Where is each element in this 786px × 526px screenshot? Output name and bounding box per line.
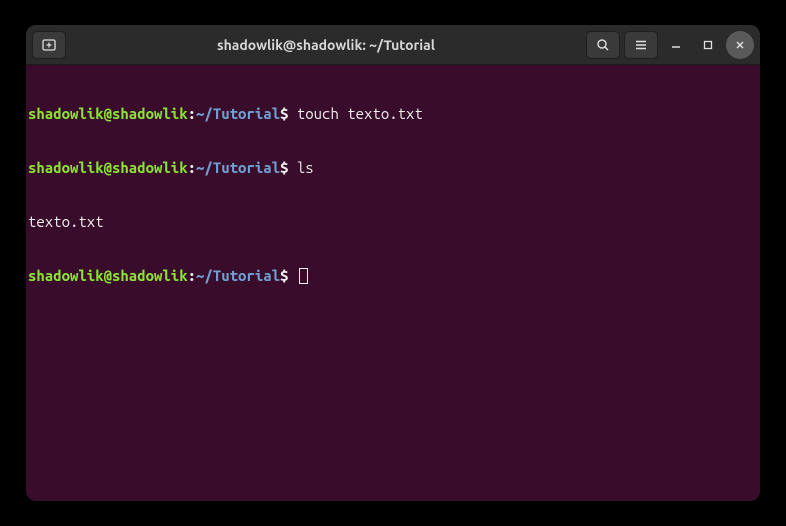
- prompt-path: ~/Tutorial: [196, 105, 280, 122]
- prompt-colon: :: [188, 105, 196, 122]
- minimize-icon: [671, 40, 681, 50]
- menu-button[interactable]: [624, 31, 658, 59]
- search-button[interactable]: [586, 31, 620, 59]
- maximize-button[interactable]: [694, 31, 722, 59]
- terminal-body[interactable]: shadowlik@shadowlik:~/Tutorial$ touch te…: [26, 65, 760, 501]
- prompt-path: ~/Tutorial: [196, 159, 280, 176]
- terminal-line: texto.txt: [28, 213, 758, 231]
- prompt-path: ~/Tutorial: [196, 267, 280, 284]
- hamburger-icon: [634, 38, 648, 52]
- command-text: ls: [288, 159, 313, 176]
- prompt-user: shadowlik@shadowlik: [28, 105, 188, 122]
- terminal-line: shadowlik@shadowlik:~/Tutorial$: [28, 267, 758, 285]
- output-text: texto.txt: [28, 213, 104, 230]
- prompt-colon: :: [188, 159, 196, 176]
- close-icon: [735, 40, 745, 50]
- terminal-window: shadowlik@shadowlik: ~/Tutorial: [26, 25, 760, 501]
- new-tab-icon: [41, 37, 57, 53]
- titlebar-controls: [586, 31, 754, 59]
- cursor: [299, 268, 308, 284]
- prompt-colon: :: [188, 267, 196, 284]
- titlebar: shadowlik@shadowlik: ~/Tutorial: [26, 25, 760, 65]
- prompt-user: shadowlik@shadowlik: [28, 159, 188, 176]
- new-tab-button[interactable]: [32, 31, 66, 59]
- window-title: shadowlik@shadowlik: ~/Tutorial: [66, 37, 586, 53]
- minimize-button[interactable]: [662, 31, 690, 59]
- prompt-user: shadowlik@shadowlik: [28, 267, 188, 284]
- maximize-icon: [703, 40, 713, 50]
- terminal-line: shadowlik@shadowlik:~/Tutorial$ ls: [28, 159, 758, 177]
- command-text: touch texto.txt: [288, 105, 422, 122]
- search-icon: [596, 38, 610, 52]
- command-text: [288, 267, 296, 284]
- terminal-line: shadowlik@shadowlik:~/Tutorial$ touch te…: [28, 105, 758, 123]
- close-button[interactable]: [726, 31, 754, 59]
